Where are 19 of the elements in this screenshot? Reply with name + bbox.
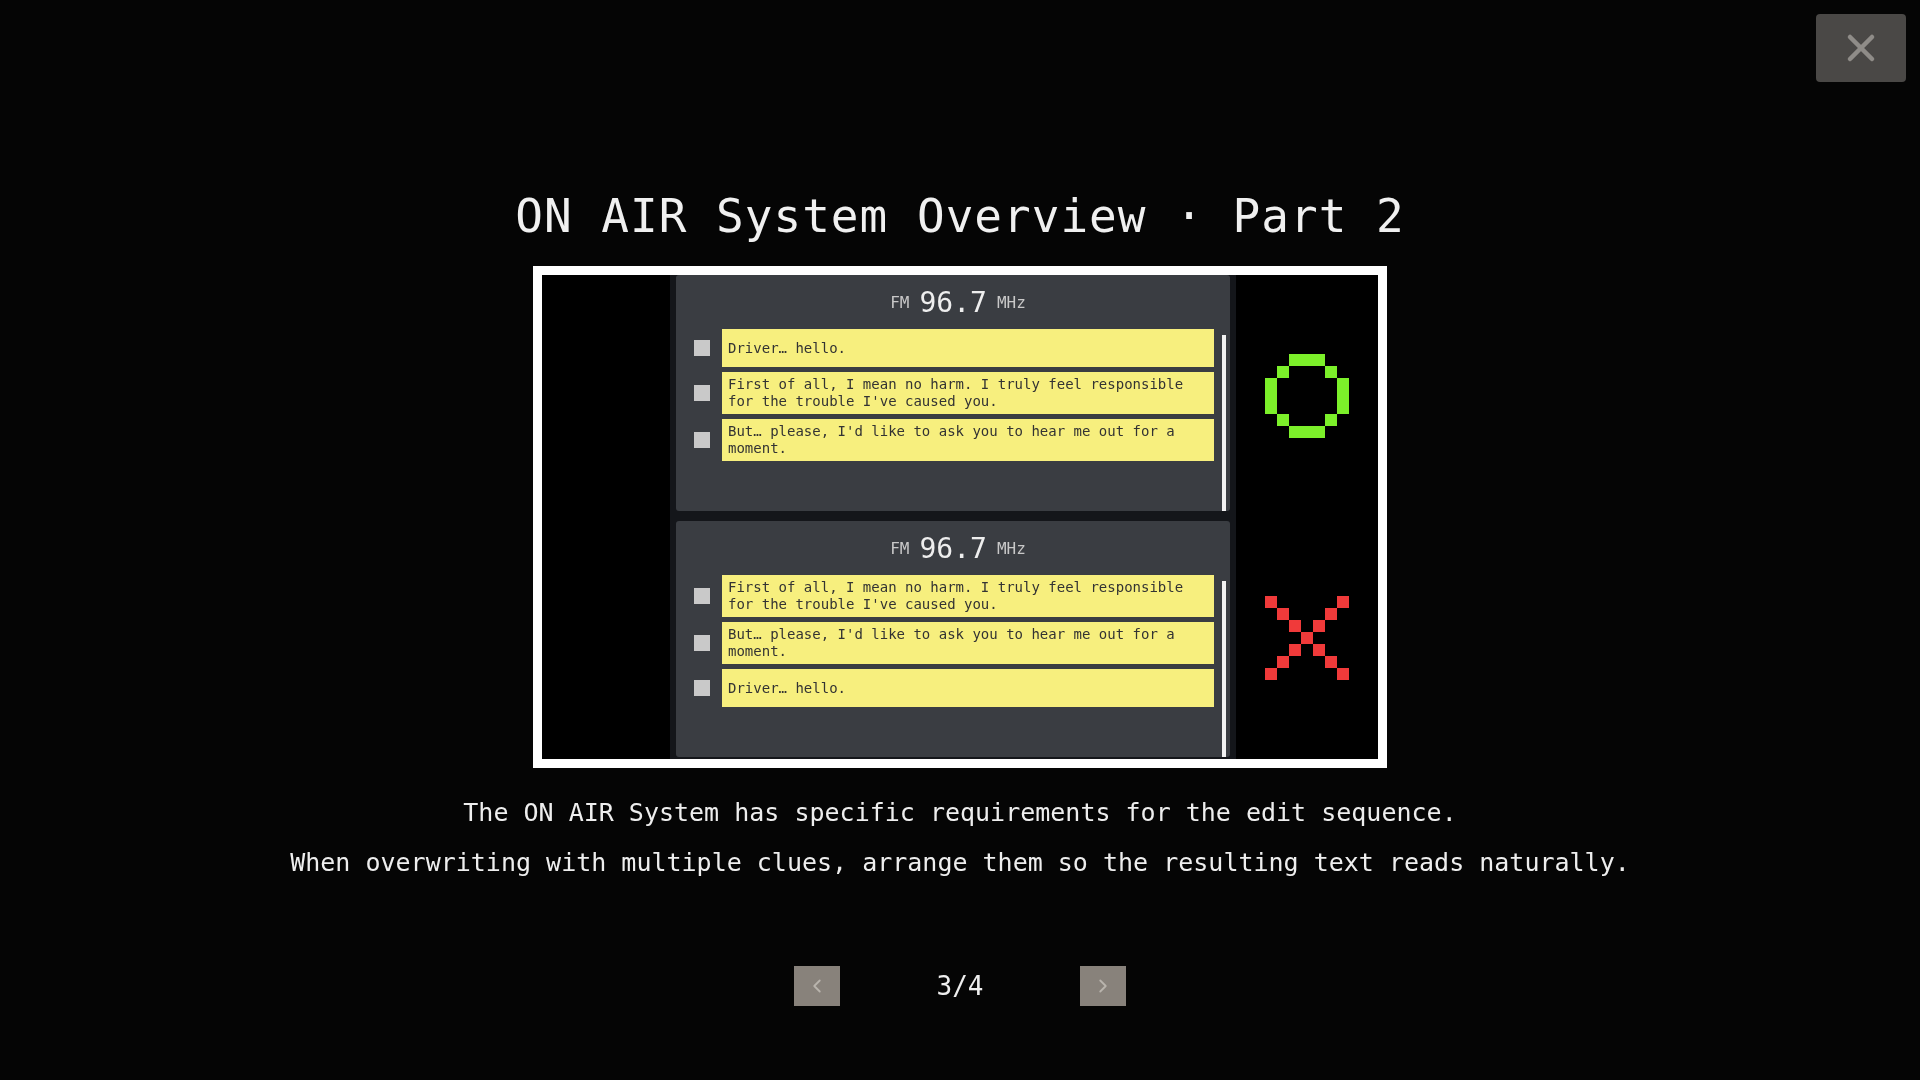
next-button[interactable] [1080, 966, 1126, 1006]
close-button[interactable] [1816, 14, 1906, 82]
checkbox[interactable] [694, 635, 710, 651]
checkbox[interactable] [694, 588, 710, 604]
checkbox[interactable] [694, 385, 710, 401]
frequency-label: 96.7 [919, 531, 987, 565]
caption-text: The ON AIR System has specific requirements for the edit sequence. [462, 797, 1458, 829]
page-counter: 3/4 [935, 971, 985, 1001]
checkbox[interactable] [694, 432, 710, 448]
caption-text: When overwriting with multiple clues, arrange them so the resulting text reads naturally. [290, 847, 1630, 879]
band-label: FM [890, 538, 910, 558]
tutorial-title: ON AIR System Overview · Part 2 [515, 188, 1405, 245]
unit-label: MHz [996, 538, 1026, 558]
checkbox[interactable] [694, 680, 710, 696]
band-label: FM [890, 292, 910, 312]
previous-button[interactable] [794, 966, 840, 1006]
unit-label: MHz [996, 292, 1026, 312]
checkbox[interactable] [694, 340, 710, 356]
frequency-label: 96.7 [919, 285, 987, 319]
